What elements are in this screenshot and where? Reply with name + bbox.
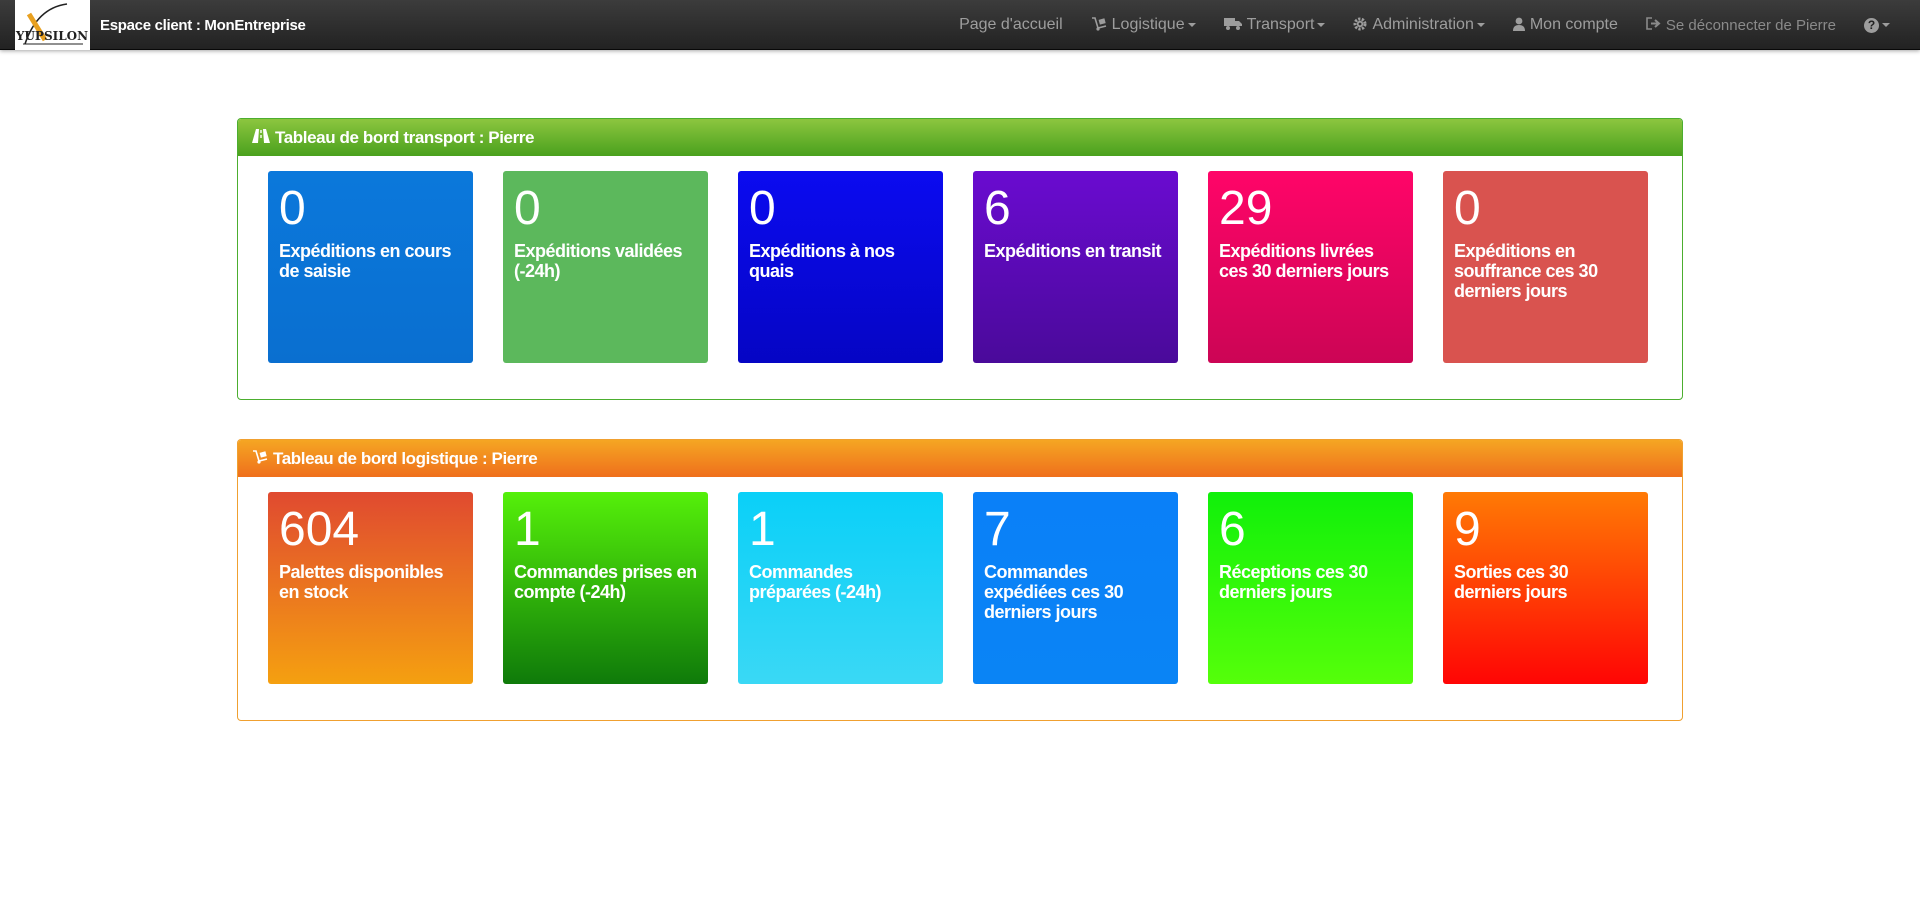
sign-out-icon bbox=[1646, 17, 1661, 33]
hand-truck-icon bbox=[1091, 16, 1107, 34]
nav-administration-label: Administration bbox=[1372, 16, 1474, 33]
tile-label: Palettes disponibles en stock bbox=[279, 562, 444, 602]
tile-label: Réceptions ces 30 derniers jours bbox=[1219, 562, 1368, 602]
logistique-tiles: 604 Palettes disponibles en stock 1 Comm… bbox=[268, 492, 1648, 684]
yupsilon-logo[interactable]: YUPSILON bbox=[15, 0, 90, 50]
nav-logistique-dropdown[interactable]: Logistique bbox=[1077, 0, 1210, 50]
tile-label: Expéditions en souffrance ces 30 dernier… bbox=[1454, 241, 1598, 301]
tile-label: Expéditions en transit bbox=[984, 241, 1162, 261]
tile-sorties[interactable]: 9 Sorties ces 30 derniers jours bbox=[1443, 492, 1648, 684]
logistique-panel-title: Tableau de bord logistique : Pierre bbox=[273, 448, 538, 468]
tile-count: 0 bbox=[279, 182, 306, 235]
question-circle-icon: ? bbox=[1864, 17, 1879, 33]
transport-panel-heading: Tableau de bord transport : Pierre bbox=[238, 119, 1682, 156]
tile-commandes-preparees[interactable]: 1 Commandes préparées (-24h) bbox=[738, 492, 943, 684]
nav-help-dropdown[interactable]: ? bbox=[1850, 0, 1920, 50]
tile-count: 29 bbox=[1219, 182, 1273, 235]
tile-count: 6 bbox=[984, 182, 1011, 235]
nav-transport-dropdown[interactable]: Transport bbox=[1210, 0, 1340, 50]
tile-expeditions-en-souffrance[interactable]: 0 Expéditions en souffrance ces 30 derni… bbox=[1443, 171, 1648, 363]
nav-home-label: Page d'accueil bbox=[959, 16, 1063, 33]
transport-panel-title: Tableau de bord transport : Pierre bbox=[275, 127, 535, 147]
svg-text:YUPSILON: YUPSILON bbox=[15, 29, 88, 43]
nav-mon-compte[interactable]: Mon compte bbox=[1499, 0, 1632, 50]
tile-label: Expéditions livrées ces 30 derniers jour… bbox=[1219, 241, 1389, 281]
tile-label: Sorties ces 30 derniers jours bbox=[1454, 562, 1569, 602]
logistique-panel-heading: Tableau de bord logistique : Pierre bbox=[238, 440, 1682, 477]
tile-expeditions-a-nos-quais[interactable]: 0 Expéditions à nos quais bbox=[738, 171, 943, 363]
nav-logout[interactable]: Se déconnecter de Pierre bbox=[1632, 0, 1850, 50]
nav-transport-label: Transport bbox=[1246, 16, 1315, 33]
tile-label: Commandes prises en compte (-24h) bbox=[514, 562, 697, 602]
nav-logistique-label: Logistique bbox=[1111, 16, 1185, 33]
tile-count: 1 bbox=[749, 503, 776, 556]
truck-icon bbox=[1223, 17, 1242, 33]
nav-administration-dropdown[interactable]: Administration bbox=[1339, 0, 1498, 50]
tile-commandes-prises-en-compte[interactable]: 1 Commandes prises en compte (-24h) bbox=[503, 492, 708, 684]
logistique-dashboard-panel: Tableau de bord logistique : Pierre 604 … bbox=[237, 439, 1683, 721]
road-icon bbox=[252, 128, 270, 147]
top-navbar: YUPSILON Espace client : MonEntreprise P… bbox=[0, 0, 1920, 50]
tile-label: Commandes expédiées ces 30 derniers jour… bbox=[984, 562, 1124, 622]
nav-home[interactable]: Page d'accueil bbox=[945, 0, 1077, 50]
hand-truck-icon bbox=[252, 449, 268, 468]
tile-expeditions-en-transit[interactable]: 6 Expéditions en transit bbox=[973, 171, 1178, 363]
tile-expeditions-livrees[interactable]: 29 Expéditions livrées ces 30 derniers j… bbox=[1208, 171, 1413, 363]
tile-label: Expéditions en cours de saisie bbox=[279, 241, 452, 281]
tile-label: Commandes préparées (-24h) bbox=[749, 562, 882, 602]
chevron-down-icon bbox=[1882, 23, 1890, 27]
chevron-down-icon bbox=[1317, 23, 1326, 27]
nav-mon-compte-label: Mon compte bbox=[1529, 16, 1618, 33]
main-nav: Page d'accueil Logistique Transport Admi… bbox=[945, 0, 1920, 50]
tile-label: Expéditions validées (-24h) bbox=[514, 241, 683, 281]
chevron-down-icon bbox=[1187, 23, 1196, 27]
tile-commandes-expediees[interactable]: 7 Commandes expédiées ces 30 derniers jo… bbox=[973, 492, 1178, 684]
brand-title: Espace client : MonEntreprise bbox=[100, 17, 306, 34]
tile-receptions[interactable]: 6 Réceptions ces 30 derniers jours bbox=[1208, 492, 1413, 684]
chevron-down-icon bbox=[1476, 23, 1485, 27]
logo-graphic: YUPSILON bbox=[15, 0, 90, 50]
tile-palettes-disponibles[interactable]: 604 Palettes disponibles en stock bbox=[268, 492, 473, 684]
tile-expeditions-validees[interactable]: 0 Expéditions validées (-24h) bbox=[503, 171, 708, 363]
nav-logout-label: Se déconnecter de Pierre bbox=[1665, 16, 1836, 34]
tile-count: 1 bbox=[514, 503, 541, 556]
transport-tiles: 0 Expéditions en cours de saisie 0 Expéd… bbox=[268, 171, 1648, 363]
tile-count: 6 bbox=[1219, 503, 1246, 556]
transport-dashboard-panel: Tableau de bord transport : Pierre 0 Exp… bbox=[237, 118, 1683, 400]
tile-count: 604 bbox=[279, 503, 360, 556]
gear-icon bbox=[1353, 17, 1367, 34]
tile-count: 7 bbox=[984, 503, 1011, 556]
tile-count: 0 bbox=[1454, 182, 1481, 235]
user-icon bbox=[1512, 17, 1525, 34]
tile-expeditions-en-cours-de-saisie[interactable]: 0 Expéditions en cours de saisie bbox=[268, 171, 473, 363]
tile-label: Expéditions à nos quais bbox=[749, 241, 895, 281]
tile-count: 0 bbox=[514, 182, 541, 235]
tile-count: 9 bbox=[1454, 503, 1481, 556]
tile-count: 0 bbox=[749, 182, 776, 235]
